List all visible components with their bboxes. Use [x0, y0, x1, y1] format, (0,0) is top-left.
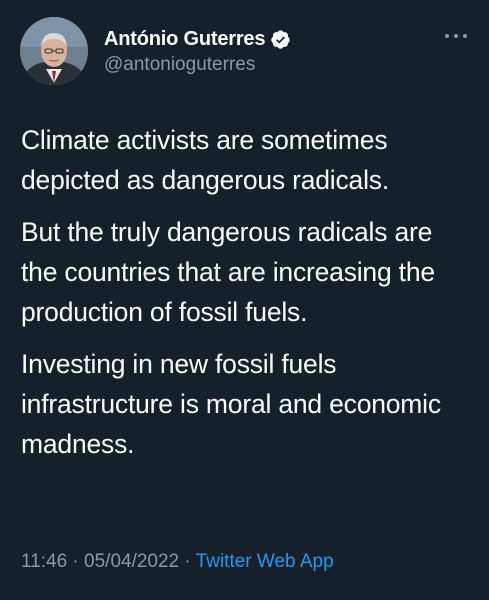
tweet-date[interactable]: 05/04/2022 [84, 551, 179, 572]
tweet-paragraph: Climate activists are sometimes depicted… [21, 125, 389, 195]
more-options-icon[interactable] [445, 28, 467, 44]
tweet-metadata: 11:46 · 05/04/2022 · Twitter Web App [21, 551, 334, 573]
tweet-card: António Guterres @antonioguterres Climat… [0, 0, 489, 600]
dot [454, 34, 458, 38]
tweet-source-link[interactable]: Twitter Web App [196, 551, 334, 572]
verified-badge-icon [270, 29, 291, 50]
name-row: António Guterres [104, 27, 291, 51]
user-handle[interactable]: @antonioguterres [104, 54, 291, 76]
dot [463, 34, 467, 38]
dot [445, 34, 449, 38]
tweet-text: Climate activists are sometimes depicted… [21, 120, 469, 476]
avatar[interactable] [20, 17, 88, 85]
display-name[interactable]: António Guterres [104, 28, 265, 51]
tweet-paragraph: Investing in new fossil fuels infrastruc… [21, 349, 441, 459]
meta-separator: · [184, 551, 191, 572]
tweet-paragraph: But the truly dangerous radicals are the… [21, 217, 435, 327]
tweet-time[interactable]: 11:46 [21, 551, 67, 572]
author-block: António Guterres @antonioguterres [104, 27, 291, 76]
avatar-image [20, 17, 88, 85]
meta-separator: · [72, 551, 79, 572]
